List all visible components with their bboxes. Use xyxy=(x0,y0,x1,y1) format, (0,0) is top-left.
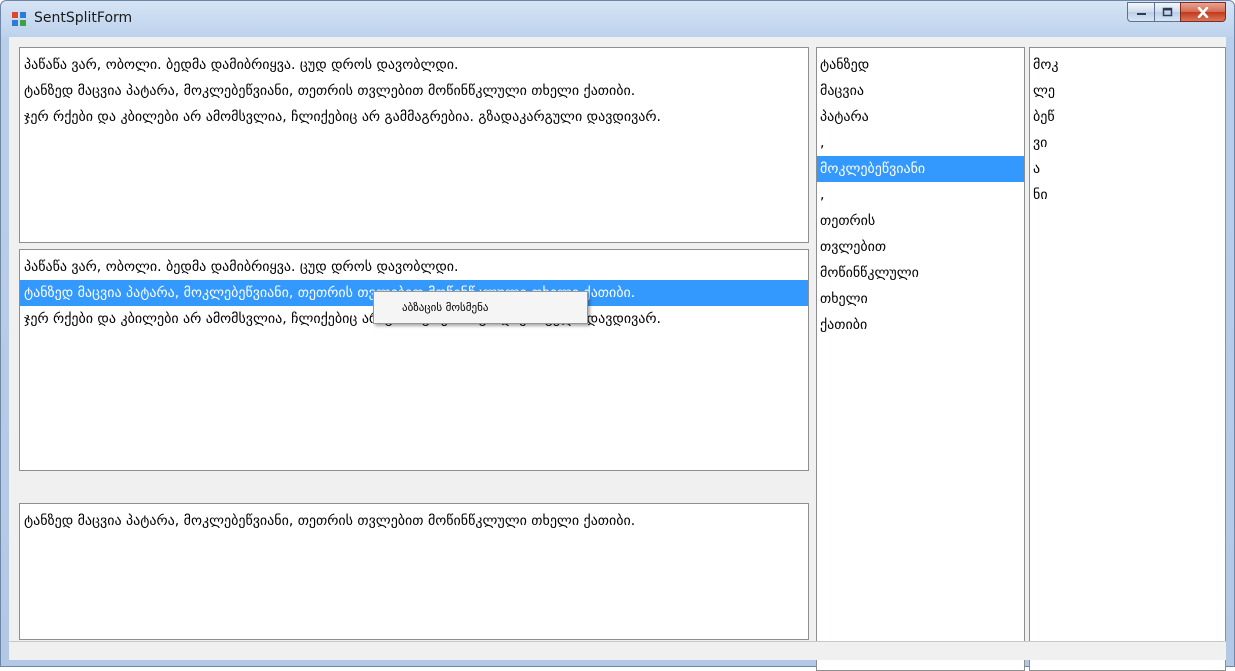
word-list-item[interactable]: თეთრის xyxy=(817,208,1024,234)
sentence-list-item[interactable]: პაწაწა ვარ, ობოლი. ბედმა დამიბრიყვა. ცუდ… xyxy=(20,254,808,280)
word-list-item[interactable]: თვლებით xyxy=(817,234,1024,260)
syllable-list-item[interactable]: მოკ xyxy=(1030,52,1225,78)
word-list-item[interactable]: ქათიბი xyxy=(817,312,1024,338)
word-list-item-selected[interactable]: მოკლებეწვიანი xyxy=(817,156,1024,182)
maximize-icon xyxy=(1162,7,1173,17)
word-list-item[interactable]: მოწინწკლული xyxy=(817,260,1024,286)
minimize-icon xyxy=(1136,13,1146,15)
words-listbox[interactable]: ტანზედ მაცვია პატარა , მოკლებეწვიანი , თ… xyxy=(816,47,1025,671)
title-bar[interactable]: SentSplitForm xyxy=(1,1,1234,37)
close-icon xyxy=(1197,6,1209,18)
selected-sentence-text: ტანზედ მაცვია პატარა, მოკლებეწვიანი, თეთ… xyxy=(24,513,636,529)
word-list-item[interactable]: მაცვია xyxy=(817,78,1024,104)
word-list-item[interactable]: , xyxy=(817,130,1024,156)
paragraph-line: ტანზედ მაცვია პატარა, მოკლებეწვიანი, თეთ… xyxy=(24,83,636,99)
minimize-button[interactable] xyxy=(1127,2,1154,22)
window-title: SentSplitForm xyxy=(34,10,133,26)
paragraph-line: პაწაწა ვარ, ობოლი. ბედმა დამიბრიყვა. ცუდ… xyxy=(24,57,459,73)
selected-sentence-textbox[interactable]: ტანზედ მაცვია პატარა, მოკლებეწვიანი, თეთ… xyxy=(19,503,809,640)
word-list-item[interactable]: , xyxy=(817,182,1024,208)
form-client-area: პაწაწა ვარ, ობოლი. ბედმა დამიბრიყვა. ცუდ… xyxy=(9,37,1226,671)
context-menu-item-listen-paragraph[interactable]: აბზაცის მოსმენა xyxy=(402,301,488,314)
word-list-item[interactable]: თხელი xyxy=(817,286,1024,312)
word-list-item[interactable]: პატარა xyxy=(817,104,1024,130)
caption-buttons xyxy=(1127,2,1226,22)
app-window: SentSplitForm პაწაწა ვარ, ობოლი. ბედმა დ… xyxy=(0,0,1235,671)
status-strip xyxy=(9,641,1226,660)
word-list-item[interactable]: ტანზედ xyxy=(817,52,1024,78)
form-icon xyxy=(12,12,26,26)
paragraph-line: ჯერ რქები და კბილები არ ამომსვლია, ჩლიქე… xyxy=(24,109,661,125)
syllable-list-item[interactable]: ნი xyxy=(1030,182,1225,208)
maximize-button[interactable] xyxy=(1154,2,1180,22)
close-button[interactable] xyxy=(1180,2,1226,22)
paragraph-textbox[interactable]: პაწაწა ვარ, ობოლი. ბედმა დამიბრიყვა. ცუდ… xyxy=(19,47,809,243)
sentence-listbox[interactable]: პაწაწა ვარ, ობოლი. ბედმა დამიბრიყვა. ცუდ… xyxy=(19,249,809,471)
syllable-list-item[interactable]: ლე xyxy=(1030,78,1225,104)
context-menu: აბზაცის მოსმენა xyxy=(373,291,588,324)
syllable-list-item[interactable]: ბეწ xyxy=(1030,104,1225,130)
syllable-list-item[interactable]: ვი xyxy=(1030,130,1225,156)
syllable-list-item[interactable]: ა xyxy=(1030,156,1225,182)
syllables-listbox[interactable]: მოკ ლე ბეწ ვი ა ნი xyxy=(1029,47,1226,671)
